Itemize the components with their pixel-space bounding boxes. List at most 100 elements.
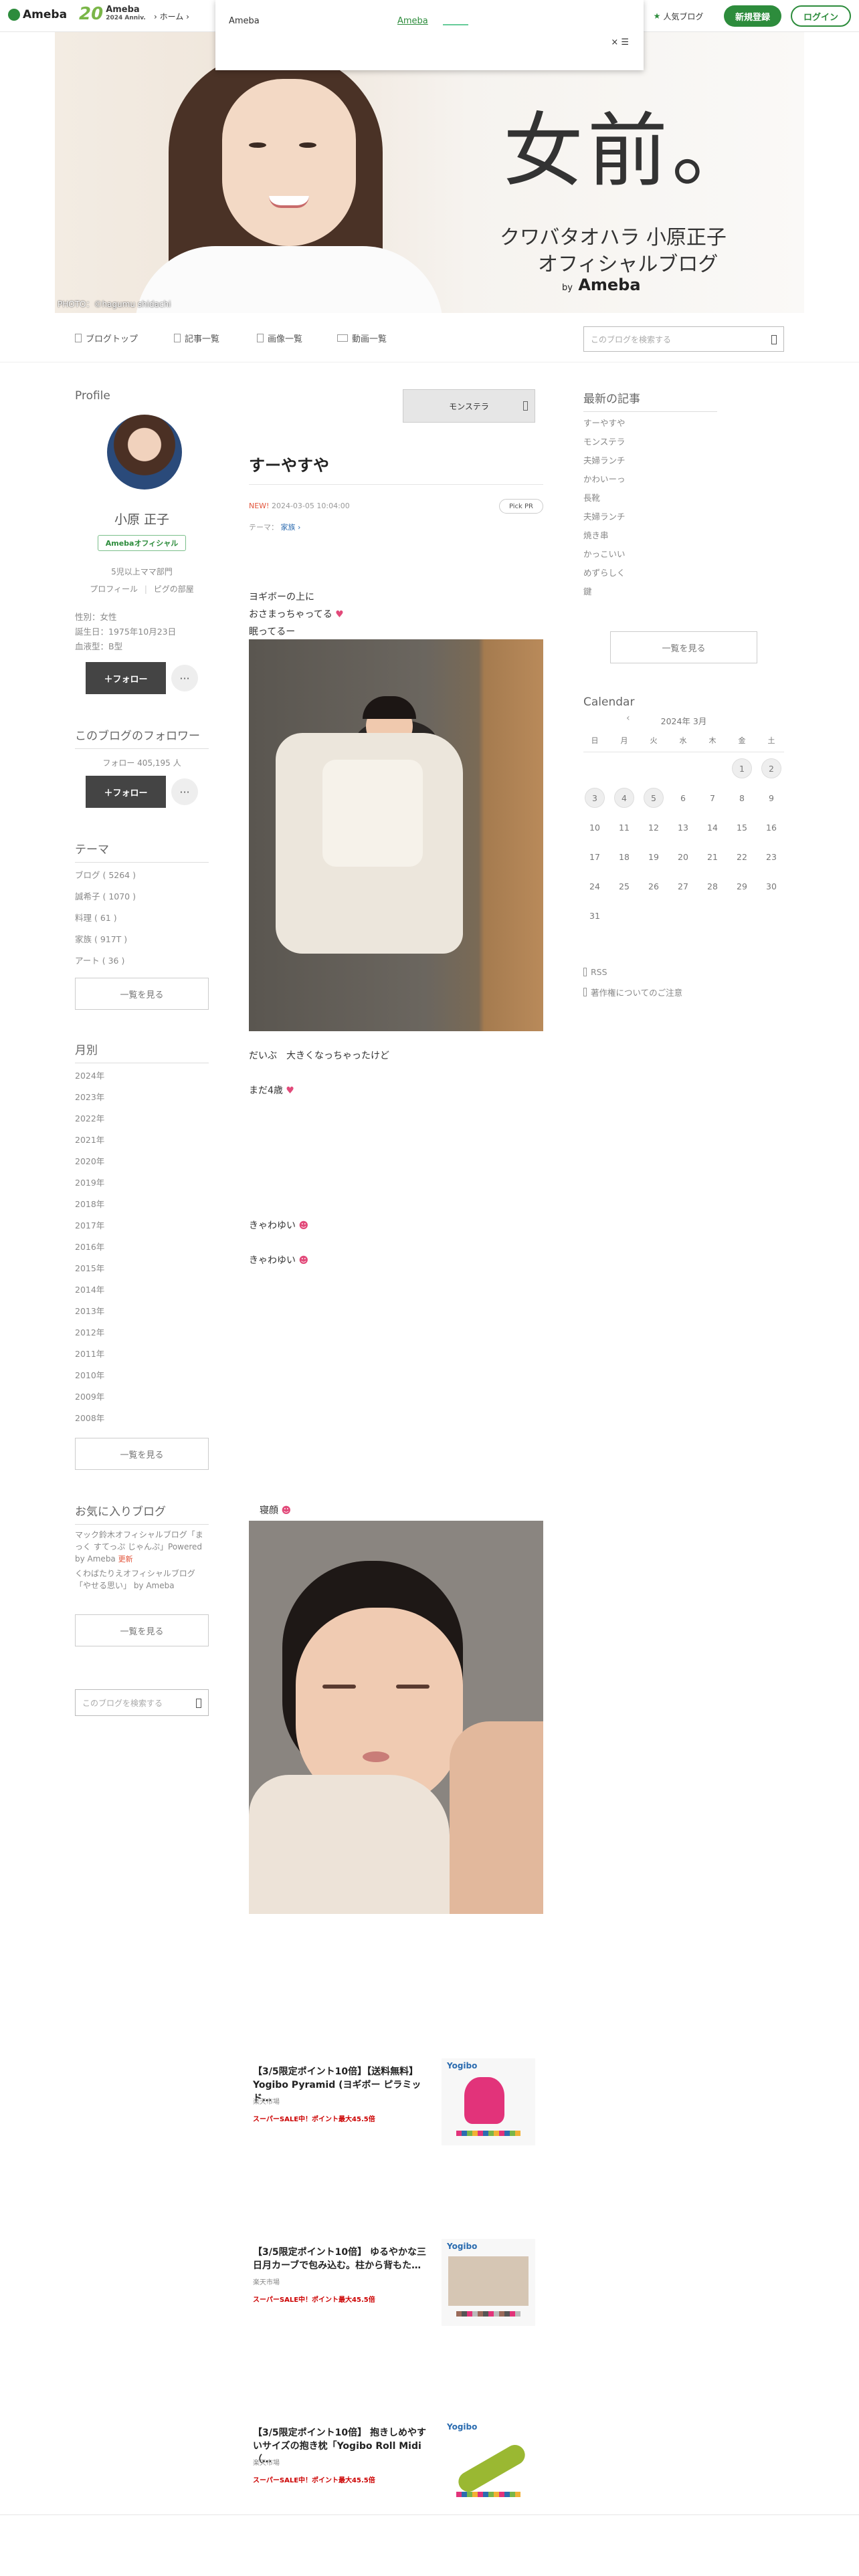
rss-link[interactable]: RSS [583,967,607,977]
archive-year[interactable]: 2024年 [75,1069,209,1090]
archive-year[interactable]: 2008年 [75,1411,209,1432]
list-icon [174,334,181,342]
more-options-button[interactable]: ··· [171,665,198,691]
more-options-button[interactable]: ··· [171,778,198,805]
theme-item[interactable]: ブログ ( 5264 ) [75,868,136,881]
follow-button[interactable]: ＋フォロー [86,776,166,808]
ad-title[interactable]: 【3/5限定ポイント10倍】【送料無料】Yogibo Pyramid (ヨギボー… [253,2065,432,2105]
recent-item[interactable]: めずらしく [583,566,717,584]
archive-year[interactable]: 2021年 [75,1133,209,1154]
profile-avatar[interactable] [107,415,182,490]
ad-image-yogibo-pyramid[interactable]: Yogibo [442,2058,535,2145]
banner-photo-eye [299,142,316,148]
archive-year[interactable]: 2010年 [75,1368,209,1390]
archive-year[interactable]: 2022年 [75,1111,209,1133]
favorite-blog-2[interactable]: くわばたりえオフィシャルブログ「やせる思い」 by Ameba [75,1568,209,1592]
pick-button[interactable]: Pick PR [499,499,543,514]
recent-item[interactable]: かっこいい [583,547,717,566]
calendar-day: 10 [589,822,600,833]
search-icon[interactable] [771,335,777,344]
follow-button[interactable]: ＋フォロー [86,662,166,694]
anniversary-number: 20 [79,4,104,24]
heart-icon: ♥ [335,609,344,620]
article-line: ヨギボーの上に [249,592,314,603]
anniversary-logo[interactable]: 20 Ameba 2024 Anniv. [79,4,146,24]
recent-item[interactable]: モンステラ [583,435,717,453]
archive-year[interactable]: 2017年 [75,1218,209,1240]
profile-link[interactable]: プロフィール [90,584,138,594]
article-meta: NEW! 2024-03-05 10:04:00 [249,502,350,510]
ameba-logo[interactable]: Ameba [8,8,67,21]
recent-item[interactable]: 夫婦ランチ [583,510,717,528]
ranking-link[interactable]: ★ 人気ブログ [644,7,713,25]
archive-year[interactable]: 2019年 [75,1176,209,1197]
archive-year[interactable]: 2011年 [75,1347,209,1368]
calendar-weekday: 水 [679,736,687,745]
archive-year[interactable]: 2009年 [75,1390,209,1411]
archive-year[interactable]: 2012年 [75,1325,209,1347]
recent-item[interactable]: すーやすや [583,416,717,435]
photo-closed-eye [322,1685,356,1689]
theme-item[interactable]: アート ( 36 ) [75,954,124,966]
copyright-link[interactable]: 著作権についてのご注意 [583,986,682,998]
signup-button[interactable]: 新規登録 [724,5,781,27]
theme-item[interactable]: 誠希子 ( 1070 ) [75,889,136,902]
favorites-more-button[interactable]: 一覧を見る [75,1614,209,1646]
calendar-day-posted[interactable]: 4 [614,788,634,808]
popup-close-button[interactable]: × ☰ [611,37,629,47]
archive-year[interactable]: 2014年 [75,1283,209,1304]
article-line-with-icon: まだ4歳 ♥ [249,1083,294,1097]
article-photo-sleeping-face[interactable] [249,1521,543,1914]
favorite-blog-1[interactable]: マック鈴木オフィシャルブログ「まっく すてっぷ じゃんぷ」Powered by … [75,1529,209,1566]
nav-image-list[interactable]: 画像一覧 [257,332,302,344]
ad-sale: スーパーSALE中！ポイント最大45.5倍 [253,2116,375,2123]
archive-year[interactable]: 2023年 [75,1090,209,1111]
recent-item[interactable]: 鍵 [583,584,717,603]
recent-more-button[interactable]: 一覧を見る [610,631,757,663]
nav-blog-top[interactable]: ブログトップ [75,332,138,344]
theme-item[interactable]: 家族 ( 917T ) [75,932,127,945]
ad-image-yogibo-roll[interactable]: Yogibo [442,2420,535,2506]
login-button[interactable]: ログイン [791,5,851,27]
blog-header-banner[interactable]: 女前。 クワバタオハラ 小原正子 オフィシャルブログ by Ameba PHOT… [55,32,804,313]
recent-item[interactable]: 焼き串 [583,528,717,547]
sponsored-link[interactable]: モンステラ [403,389,535,423]
article-title[interactable]: すーやすや [249,452,329,475]
theme-link[interactable]: 家族 [281,523,296,532]
blog-search-input[interactable]: このブログを検索する [583,326,784,352]
ad-image-yogibo-moon[interactable]: Yogibo [442,2239,535,2326]
nav-article-list[interactable]: 記事一覧 [174,332,219,344]
archive-year[interactable]: 2016年 [75,1240,209,1261]
ad-title[interactable]: 【3/5限定ポイント10倍】 ゆるやかな三日月カーブで包み込む。柱から背もた… [253,2246,432,2272]
search-icon[interactable] [196,1699,201,1708]
archive-year[interactable]: 2020年 [75,1154,209,1176]
calendar-day-posted[interactable]: 3 [585,788,605,808]
archive-year[interactable]: 2015年 [75,1261,209,1283]
popup-link[interactable]: Ameba [397,16,428,26]
pigg-room-link[interactable]: ピグの部屋 [154,584,194,594]
nav-video-list[interactable]: 動画一覧 [337,332,387,344]
calendar-day: 20 [678,851,688,862]
sidebar-search-input[interactable]: このブログを検索する [75,1689,209,1716]
article-photo-sleeping-baby[interactable] [249,639,543,1031]
blog-nav: ブログトップ 記事一覧 画像一覧 動画一覧 このブログを検索する [0,313,859,362]
ad-title[interactable]: 【3/5限定ポイント10倍】 抱きしめやすいサイズの抱き枕「Yogibo Rol… [253,2426,432,2466]
recent-item[interactable]: かわいーっ [583,472,717,491]
calendar-day-posted[interactable]: 1 [732,758,752,778]
recent-item[interactable]: 夫婦ランチ [583,453,717,472]
profile-tag[interactable]: 5児以上ママ部門 [75,566,209,577]
recent-item[interactable]: 長靴 [583,491,717,510]
calendar-day-posted[interactable]: 2 [761,758,781,778]
archive-more-button[interactable]: 一覧を見る [75,1438,209,1470]
calendar-day-posted[interactable]: 5 [644,788,664,808]
theme-item[interactable]: 料理 ( 61 ) [75,911,117,924]
archive-year[interactable]: 2013年 [75,1304,209,1325]
profile-name[interactable]: 小原 正子 [75,510,209,528]
photo-baby-hair [363,696,416,719]
breadcrumb[interactable]: › ホーム › [154,11,189,22]
article-line: 眠ってるー [249,627,296,637]
themes-more-button[interactable]: 一覧を見る [75,978,209,1010]
archive-year[interactable]: 2018年 [75,1197,209,1218]
follower-count: フォロー 405,195 人 [102,758,181,768]
calendar-prev-button[interactable]: ‹ [626,713,630,724]
